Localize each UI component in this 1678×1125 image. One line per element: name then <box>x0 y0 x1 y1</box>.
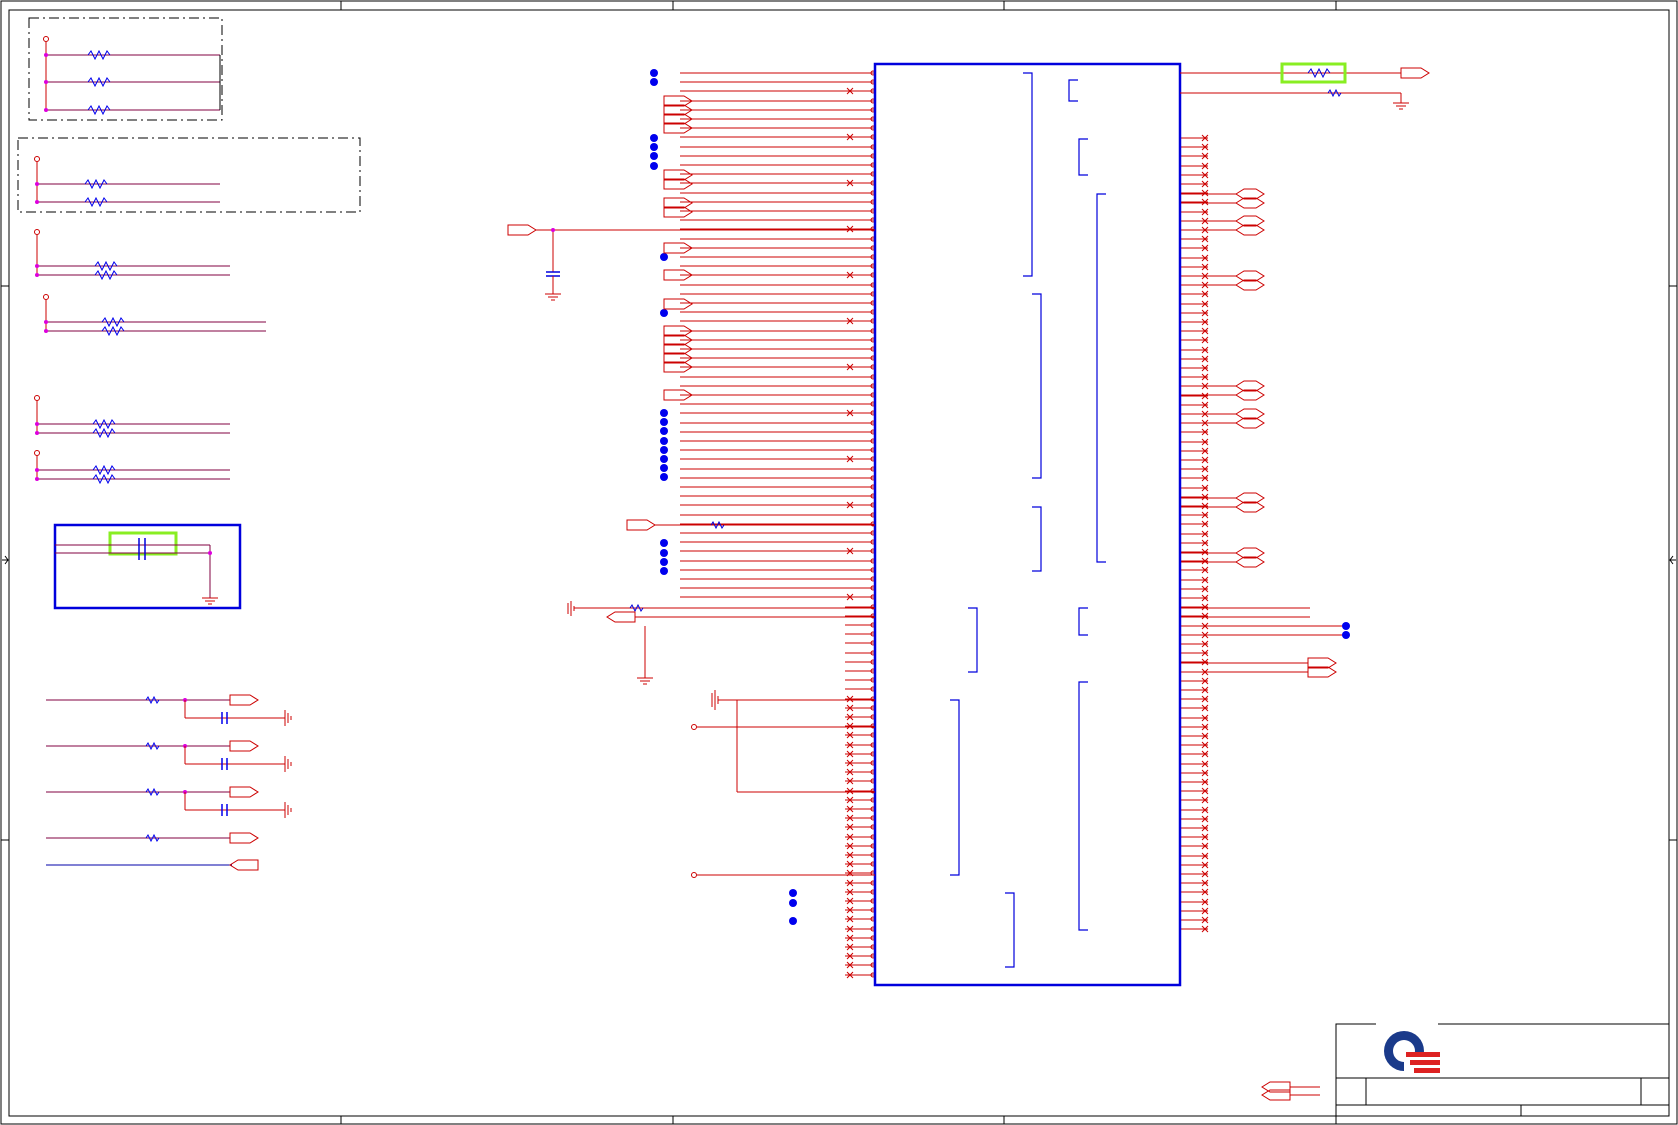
offpage-connector-icon <box>229 832 259 844</box>
offpage-connector-icon <box>606 611 636 623</box>
ground-icon <box>711 690 719 710</box>
power-rail-icon <box>43 294 49 300</box>
power-rail-icon <box>34 156 40 162</box>
rc-filter-nets <box>46 694 292 871</box>
junction-dot <box>650 134 658 142</box>
zone-arrow-left <box>2 555 9 565</box>
ic-left-pin-wires <box>650 69 876 979</box>
junction-dot <box>660 418 668 426</box>
crystal-block <box>53 523 242 610</box>
power-rail-icon <box>43 36 49 42</box>
ic-right-pin-wires <box>1180 134 1350 933</box>
junction-dot <box>660 409 668 417</box>
top-right-resistor-block <box>1180 62 1430 110</box>
offpage-connector-icon <box>626 519 656 531</box>
power-rail-icon <box>34 450 40 456</box>
quanta-logo-icon <box>1376 1018 1440 1075</box>
offpage-connector-icon <box>229 786 259 798</box>
ground-icon <box>637 677 653 685</box>
offpage-connector-icon <box>507 224 537 236</box>
power-rail-icon <box>34 229 40 235</box>
junction-dot <box>660 446 668 454</box>
offpage-connector-icon <box>663 298 693 310</box>
offpage-connector-icon <box>229 694 259 706</box>
power-rail-icon <box>34 395 40 401</box>
sheet-frame <box>0 0 1678 1125</box>
schematic-sheet <box>0 0 1678 1125</box>
left-pullup-resistor-networks <box>34 36 266 485</box>
title-block <box>1335 1023 1670 1117</box>
offpage-connector-icon <box>229 740 259 752</box>
junction-dot <box>660 558 668 566</box>
ground-icon <box>284 710 292 726</box>
junction-dot <box>789 917 797 925</box>
junction-dot <box>660 437 668 445</box>
ic-body <box>873 62 1182 987</box>
junction-dot <box>650 162 658 170</box>
ground-icon <box>284 802 292 818</box>
junction-dot <box>660 539 668 547</box>
zone-arrow-right <box>1669 555 1676 565</box>
junction-dot <box>1342 631 1350 639</box>
junction-dot <box>660 427 668 435</box>
ic-pin-group-brackets <box>950 72 1106 968</box>
junction-dot <box>660 309 668 317</box>
junction-dot <box>650 78 658 86</box>
dashed-group-box-1 <box>28 17 223 121</box>
dashed-group-box-2 <box>17 137 361 213</box>
junction-dot <box>650 143 658 151</box>
junction-dot <box>789 899 797 907</box>
offpage-connector-icon <box>229 859 259 871</box>
ground-icon <box>567 601 575 616</box>
ground-icon <box>202 597 218 605</box>
junction-dot <box>660 549 668 557</box>
junction-dot <box>660 455 668 463</box>
ground-icon <box>545 276 561 301</box>
junction-dot <box>660 464 668 472</box>
junction-dot <box>650 69 658 77</box>
ground-icon <box>284 756 292 772</box>
junction-dot <box>650 152 658 160</box>
junction-dot <box>1342 622 1350 630</box>
junction-dot <box>660 473 668 481</box>
ground-icon <box>1393 102 1409 110</box>
junction-dot <box>789 889 797 897</box>
junction-dot <box>660 567 668 575</box>
junction-dot <box>660 253 668 261</box>
titleblock-connector <box>1261 1081 1320 1101</box>
highlight-box-crystal <box>108 531 178 556</box>
offpage-connector-icon <box>1400 67 1430 79</box>
